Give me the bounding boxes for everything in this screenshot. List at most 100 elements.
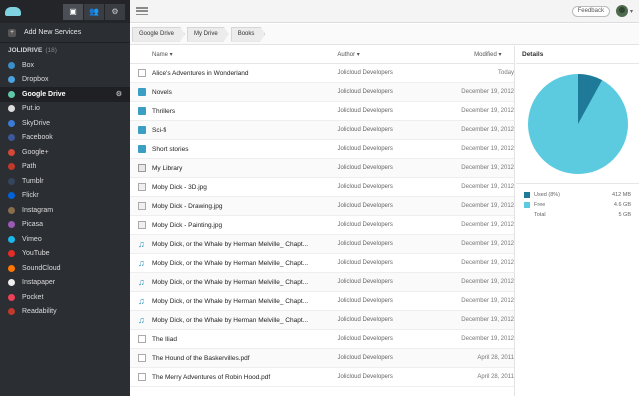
add-services-button[interactable]: + Add New Services [0, 23, 130, 43]
folder-icon [138, 107, 146, 115]
file-list: Name ▾ Author ▾ Modified ▾ Alice's Adven… [130, 46, 515, 396]
pocket-icon [8, 293, 15, 301]
total-value: 5 GB [618, 212, 631, 218]
file-name: Moby Dick, or the Whale by Herman Melvil… [152, 316, 309, 324]
sidebar-item-google-drive[interactable]: Google Drive ⚙ [0, 87, 130, 102]
file-modified: April 28, 2011 [477, 374, 514, 380]
file-icon [138, 373, 146, 381]
gear-icon[interactable]: ⚙ [116, 90, 122, 98]
sidebar-item-label: Google+ [22, 148, 49, 156]
breadcrumb-label: Google Drive [139, 31, 175, 37]
table-row[interactable]: My Library Jolicloud Developers December 1… [130, 159, 514, 178]
file-icon [138, 69, 146, 77]
sidebar-item-facebook[interactable]: Facebook [0, 131, 130, 146]
file-icon [138, 354, 146, 362]
table-row[interactable]: Alice's Adventures in Wonderland Joliclou… [130, 64, 514, 83]
table-row[interactable]: ♫ Moby Dick, or the Whale by Herman Melvi… [130, 254, 514, 273]
breadcrumb-item[interactable]: Google Drive [132, 27, 185, 42]
menu-icon[interactable] [136, 7, 148, 15]
people-tab-icon[interactable]: 👥 [84, 3, 104, 20]
sidebar-item-skydrive[interactable]: SkyDrive [0, 116, 130, 131]
sidebar-item-label: Pocket [22, 293, 44, 301]
avatar[interactable] [615, 5, 628, 17]
sidebar-item-path[interactable]: Path [0, 160, 130, 175]
table-row[interactable]: Moby Dick - 3D.jpg Jolicloud Developers De… [130, 178, 514, 197]
table-row[interactable]: Moby Dick - Painting.jpg Jolicloud Develo… [130, 216, 514, 235]
total-label: Total [534, 212, 546, 218]
details-title: Details [516, 46, 639, 64]
sidebar-item-google-[interactable]: Google+ [0, 145, 130, 160]
table-row[interactable]: The Iliad Jolicloud Developers December 19… [130, 330, 514, 349]
sidebar-item-soundcloud[interactable]: SoundCloud [0, 261, 130, 276]
file-rows: Alice's Adventures in Wonderland Joliclou… [130, 64, 514, 387]
section-count: (18) [45, 47, 57, 54]
free-label: Free [534, 202, 546, 208]
file-author: Jolicloud Developers [337, 298, 393, 304]
sidebar-item-flickr[interactable]: Flickr [0, 189, 130, 204]
sidebar-item-youtube[interactable]: YouTube [0, 247, 130, 262]
audio-icon: ♫ [138, 315, 145, 325]
pie-svg [527, 73, 628, 174]
table-row[interactable]: ♫ Moby Dick, or the Whale by Herman Melvi… [130, 292, 514, 311]
sidebar-item-dropbox[interactable]: Dropbox [0, 73, 130, 88]
file-name: The Iliad [152, 335, 177, 343]
img-icon [138, 183, 146, 191]
settings-tab-icon[interactable]: ⚙ [105, 3, 125, 20]
column-name[interactable]: Name ▾ [130, 51, 329, 58]
table-row[interactable]: Sci-fi Jolicloud Developers December 19, 2… [130, 121, 514, 140]
column-modified[interactable]: Modified ▾ [429, 51, 514, 58]
file-modified: December 19, 2012 [461, 184, 514, 190]
used-label: Used (8%) [534, 192, 560, 198]
legend-total: Total 5 GB [524, 210, 631, 220]
file-author: Jolicloud Developers [337, 184, 393, 190]
sidebar-item-label: SoundCloud [22, 264, 61, 272]
file-author: Jolicloud Developers [337, 241, 393, 247]
table-row[interactable]: The Merry Adventures of Robin Hood.pdf Jo… [130, 368, 514, 387]
table-row[interactable]: Short stories Jolicloud Developers Decembe… [130, 140, 514, 159]
table-row[interactable]: ♫ Moby Dick, or the Whale by Herman Melvi… [130, 311, 514, 330]
sidebar-item-box[interactable]: Box [0, 58, 130, 73]
sidebar-item-pocket[interactable]: Pocket [0, 290, 130, 305]
main-area: Feedback ▾ Google Drive My Drive Books N… [130, 0, 639, 396]
feedback-button[interactable]: Feedback [571, 5, 610, 17]
sidebar: ▣ 👥 ⚙ + Add New Services JOLIDRIVE (18) … [0, 0, 130, 396]
breadcrumb-item[interactable]: My Drive [187, 27, 229, 42]
sidebar-item-label: Google Drive [22, 90, 66, 98]
table-row[interactable]: The Hound of the Baskervilles.pdf Joliclo… [130, 349, 514, 368]
sidebar-header: ▣ 👥 ⚙ [0, 0, 130, 23]
column-modified-label: Modified [474, 52, 497, 58]
free-value: 4.6 GB [613, 202, 631, 208]
plus-icon: + [8, 28, 16, 37]
table-row[interactable]: Novels Jolicloud Developers December 19, 2… [130, 83, 514, 102]
putio-icon [8, 105, 15, 113]
table-row[interactable]: Thrillers Jolicloud Developers December 19… [130, 102, 514, 121]
file-author: Jolicloud Developers [337, 374, 393, 380]
file-modified: April 28, 2011 [477, 355, 514, 361]
feedback-label: Feedback [577, 8, 604, 14]
breadcrumb-item[interactable]: Books [231, 27, 266, 42]
sidebar-item-label: Tumblr [22, 177, 44, 185]
column-author-label: Author [337, 52, 356, 58]
drive-tab-icon[interactable]: ▣ [63, 3, 83, 20]
table-row[interactable]: Moby Dick - Drawing.jpg Jolicloud Develop… [130, 197, 514, 216]
sidebar-item-vimeo[interactable]: Vimeo [0, 232, 130, 247]
sidebar-item-put-io[interactable]: Put.io [0, 102, 130, 117]
file-modified: Today [497, 70, 514, 76]
table-row[interactable]: ♫ Moby Dick, or the Whale by Herman Melvi… [130, 235, 514, 254]
sidebar-item-instapaper[interactable]: Instapaper [0, 276, 130, 291]
sidebar-item-instagram[interactable]: Instagram [0, 203, 130, 218]
file-author: Jolicloud Developers [337, 260, 393, 266]
file-name: The Merry Adventures of Robin Hood.pdf [152, 373, 271, 381]
sidebar-item-picasa[interactable]: Picasa [0, 218, 130, 233]
chevron-down-icon[interactable]: ▾ [630, 8, 633, 15]
storage-legend: Used (8%) 412 MB Free 4.6 GB Total 5 GB [516, 184, 639, 226]
file-author: Jolicloud Developers [337, 89, 393, 95]
sidebar-item-tumblr[interactable]: Tumblr [0, 174, 130, 189]
table-row[interactable]: ♫ Moby Dick, or the Whale by Herman Melvi… [130, 273, 514, 292]
top-bar: Feedback ▾ [130, 0, 639, 23]
file-author: Jolicloud Developers [337, 203, 393, 209]
file-modified: December 19, 2012 [461, 336, 514, 342]
column-author[interactable]: Author ▾ [329, 51, 429, 58]
sidebar-item-readability[interactable]: Readability [0, 305, 130, 320]
google-drive-icon [8, 90, 15, 98]
